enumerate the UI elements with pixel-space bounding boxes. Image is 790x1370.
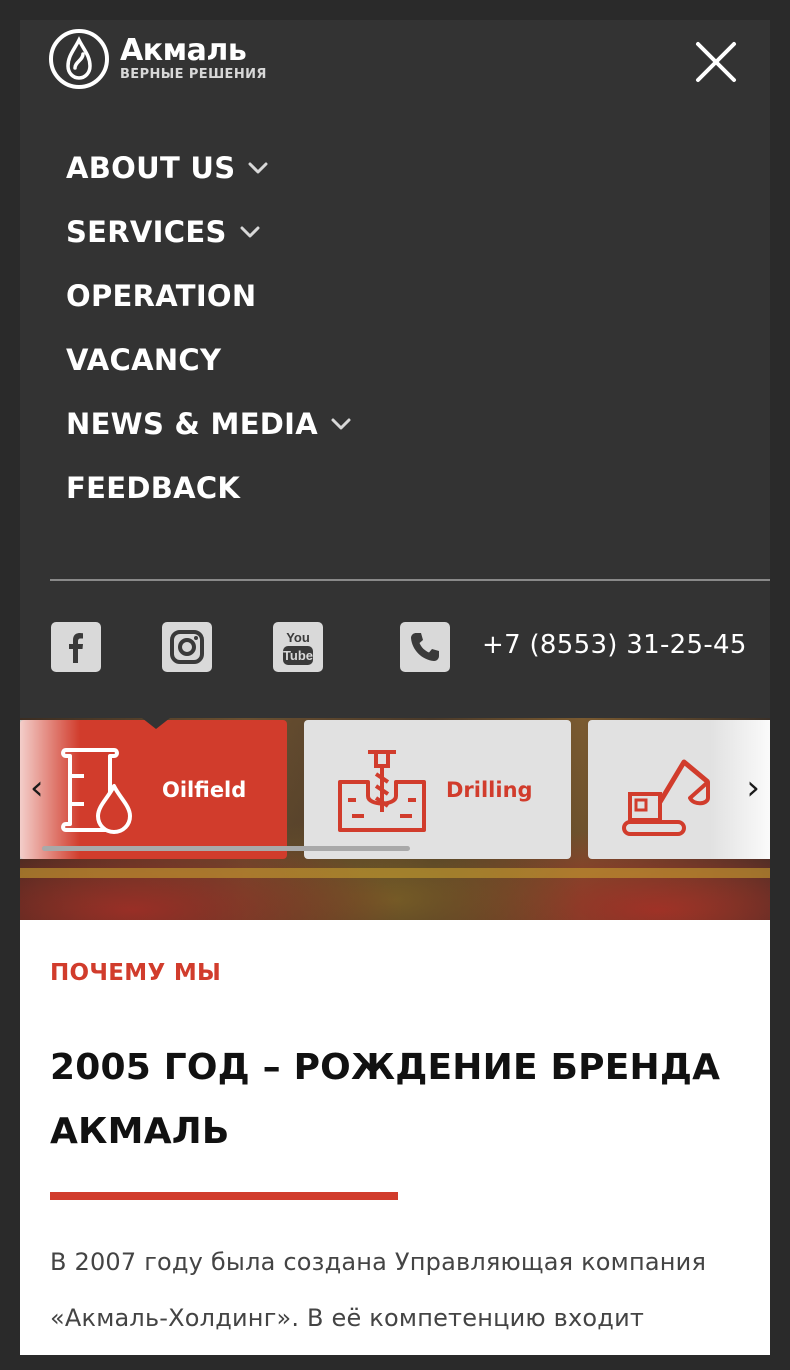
main-nav: ABOUT US SERVICES OPERATION VACANCY NEWS… bbox=[66, 136, 352, 520]
facebook-link[interactable] bbox=[51, 622, 101, 672]
youtube-icon: You Tube bbox=[283, 630, 313, 665]
nav-item-news-media[interactable]: NEWS & MEDIA bbox=[66, 392, 352, 456]
hero-background-stripe bbox=[20, 868, 770, 878]
paragraph-line: «Акмаль-Холдинг». В её компетенцию входи… bbox=[50, 1304, 645, 1332]
chevron-down-icon[interactable] bbox=[239, 225, 261, 239]
paragraph-line: В 2007 году была создана Управляющая ком… bbox=[50, 1248, 707, 1276]
logo-drop-icon bbox=[49, 29, 109, 89]
page-frame: Акмаль ВЕРНЫЕ РЕШЕНИЯ ABOUT US SERVICES … bbox=[20, 20, 770, 1355]
section-heading: 2005 ГОД – РОЖДЕНИЕ БРЕНДА АКМАЛЬ bbox=[50, 1036, 740, 1164]
oil-barrel-icon bbox=[61, 747, 132, 834]
logo[interactable]: Акмаль ВЕРНЫЕ РЕШЕНИЯ bbox=[48, 28, 267, 90]
nav-item-label: OPERATION bbox=[66, 279, 257, 313]
carousel-next-icon[interactable]: › bbox=[746, 770, 760, 806]
close-icon[interactable] bbox=[692, 38, 740, 86]
heading-line: 2005 ГОД – РОЖДЕНИЕ БРЕНДА bbox=[50, 1047, 721, 1088]
nav-item-label: ABOUT US bbox=[66, 151, 236, 185]
nav-item-services[interactable]: SERVICES bbox=[66, 200, 352, 264]
instagram-icon bbox=[170, 630, 204, 664]
phone-number[interactable]: +7 (8553) 31-25-45 bbox=[482, 630, 747, 660]
service-card-label: Oilfield bbox=[162, 777, 247, 802]
carousel-prev-icon[interactable]: ‹ bbox=[30, 770, 44, 806]
svg-text:You: You bbox=[286, 630, 310, 645]
logo-tagline: ВЕРНЫЕ РЕШЕНИЯ bbox=[120, 67, 267, 82]
chevron-down-icon[interactable] bbox=[247, 161, 269, 175]
nav-item-vacancy[interactable]: VACANCY bbox=[66, 328, 352, 392]
svg-text:Tube: Tube bbox=[283, 648, 313, 663]
menu-pointer-notch bbox=[142, 718, 170, 729]
chevron-down-icon[interactable] bbox=[330, 417, 352, 431]
phone-icon bbox=[411, 633, 439, 661]
logo-text: Акмаль ВЕРНЫЕ РЕШЕНИЯ bbox=[120, 35, 267, 83]
instagram-link[interactable] bbox=[162, 622, 212, 672]
mobile-menu-overlay: Акмаль ВЕРНЫЕ РЕШЕНИЯ ABOUT US SERVICES … bbox=[20, 20, 770, 718]
why-us-section: ПОЧЕМУ МЫ 2005 ГОД – РОЖДЕНИЕ БРЕНДА АКМ… bbox=[50, 920, 740, 1346]
youtube-link[interactable]: You Tube bbox=[273, 622, 323, 672]
logo-name: Акмаль bbox=[120, 33, 247, 68]
service-card-oilfield[interactable]: Oilfield bbox=[20, 720, 287, 859]
nav-item-feedback[interactable]: FEEDBACK bbox=[66, 456, 352, 520]
nav-item-label: SERVICES bbox=[66, 215, 227, 249]
heading-accent-bar bbox=[50, 1192, 398, 1200]
phone-button[interactable] bbox=[400, 622, 450, 672]
section-paragraph: В 2007 году была создана Управляющая ком… bbox=[50, 1234, 740, 1346]
service-card-construction[interactable] bbox=[588, 720, 770, 859]
section-eyebrow: ПОЧЕМУ МЫ bbox=[50, 960, 222, 986]
facebook-icon bbox=[69, 633, 83, 663]
service-card-label: Drilling bbox=[446, 777, 533, 802]
nav-item-label: VACANCY bbox=[66, 343, 222, 377]
drill-rig-icon bbox=[338, 749, 426, 832]
nav-item-about-us[interactable]: ABOUT US bbox=[66, 136, 352, 200]
nav-item-label: FEEDBACK bbox=[66, 471, 241, 505]
nav-item-operation[interactable]: OPERATION bbox=[66, 264, 352, 328]
heading-line: АКМАЛЬ bbox=[50, 1111, 230, 1152]
nav-item-label: NEWS & MEDIA bbox=[66, 407, 319, 441]
services-hero: Oilfield Drilling ‹ › bbox=[20, 718, 770, 920]
service-card-drilling[interactable]: Drilling bbox=[304, 720, 571, 859]
menu-divider bbox=[50, 579, 770, 581]
excavator-icon bbox=[622, 759, 710, 836]
carousel-scrollbar[interactable] bbox=[42, 846, 410, 851]
